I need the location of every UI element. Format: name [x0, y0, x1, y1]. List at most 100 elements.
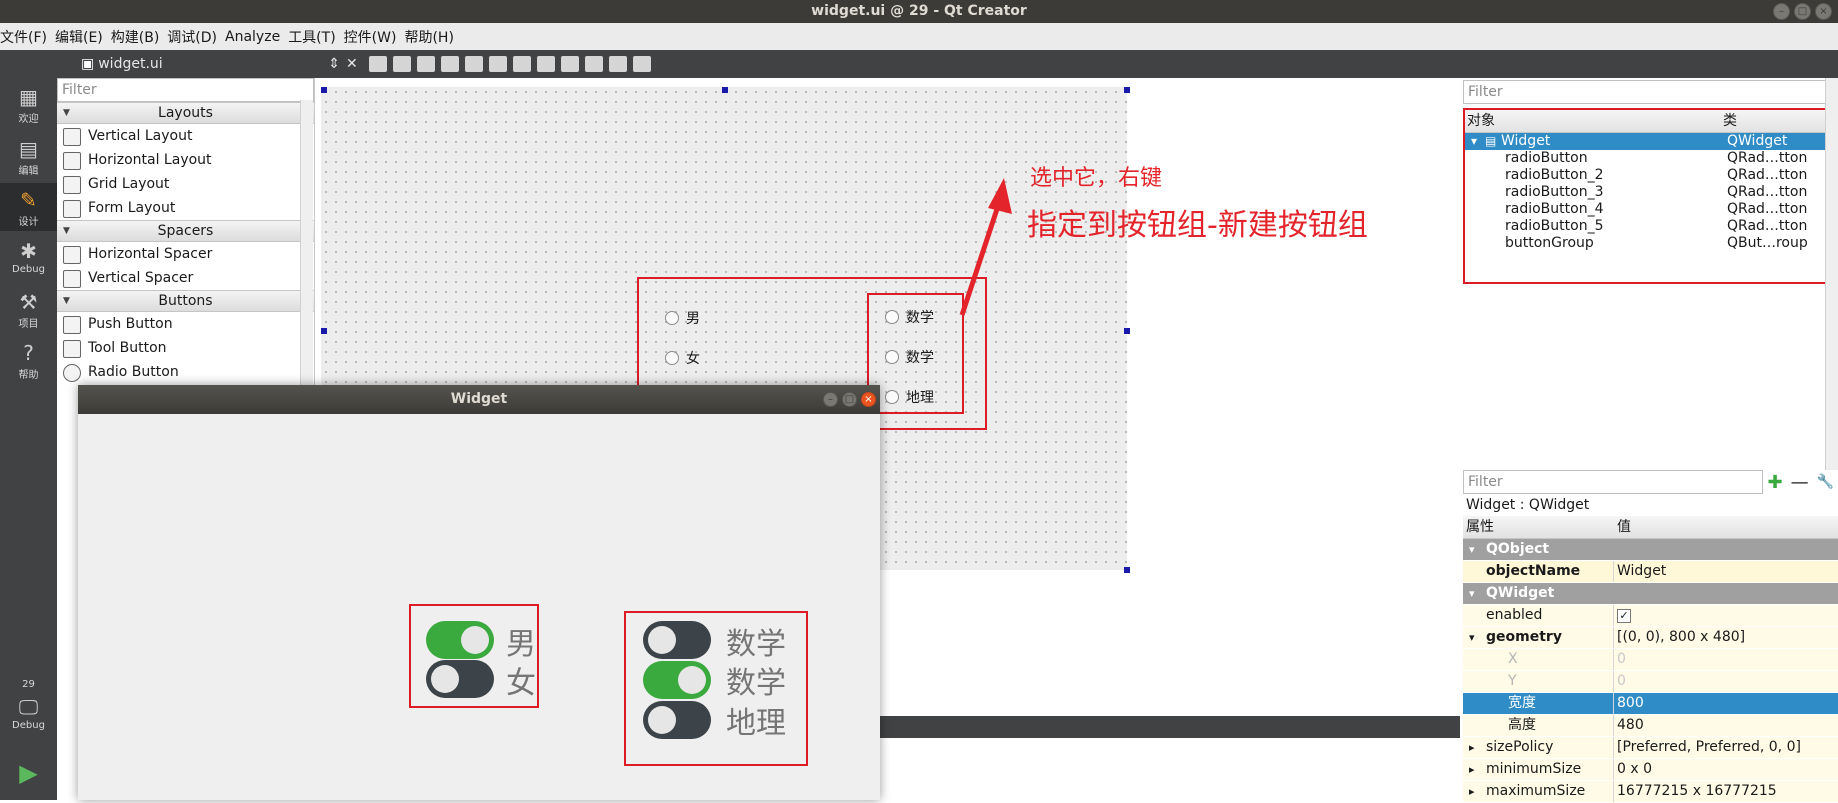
open-file-name[interactable]: widget.ui	[98, 56, 328, 72]
toggle-switch[interactable]	[643, 661, 711, 699]
widget-filter-input[interactable]: Filter	[57, 78, 314, 102]
configure-icon[interactable]: 🔧	[1817, 474, 1834, 490]
resize-handle[interactable]	[321, 87, 327, 93]
close-document-icon[interactable]: ✕	[346, 56, 358, 72]
expand-arrow-icon[interactable]: ▸	[1469, 737, 1475, 758]
remove-property-icon[interactable]: —	[1791, 472, 1809, 493]
mode-help[interactable]: ? 帮助	[0, 336, 57, 384]
widget-horizontal-layout[interactable]: Horizontal Layout	[57, 148, 314, 172]
expand-arrow-icon[interactable]: ▸	[1469, 781, 1475, 802]
property-row[interactable]: enabled ✓	[1463, 605, 1838, 627]
resize-handle[interactable]	[1124, 567, 1130, 573]
close-button[interactable]: ×	[861, 392, 876, 407]
property-value[interactable]: 0	[1617, 649, 1626, 670]
layout-splitter-v-icon[interactable]	[536, 56, 555, 72]
object-scrollbar[interactable]	[1825, 78, 1838, 470]
maximize-button[interactable]: □	[1794, 3, 1811, 20]
monitor-icon: 🖵	[18, 695, 39, 719]
maximize-button[interactable]: □	[842, 392, 857, 407]
property-category[interactable]: ▾ QWidget	[1463, 583, 1838, 605]
widget-push-button[interactable]: Push Button	[57, 312, 314, 336]
layout-vertical-icon[interactable]	[488, 56, 507, 72]
edit-signals-icon[interactable]	[392, 56, 411, 72]
layout-horizontal-icon[interactable]	[464, 56, 483, 72]
minimize-button[interactable]: –	[823, 392, 838, 407]
edit-tab-order-icon[interactable]	[440, 56, 459, 72]
menu-debug[interactable]: 调试(D)	[167, 27, 225, 47]
enabled-checkbox[interactable]: ✓	[1617, 609, 1631, 623]
property-name: 宽度	[1508, 695, 1536, 711]
mode-projects[interactable]: ⚒ 项目	[0, 285, 57, 333]
property-value[interactable]: 0	[1617, 671, 1626, 692]
property-name: minimumSize	[1486, 761, 1582, 777]
property-row[interactable]: ▾ geometry [(0, 0), 800 x 480]	[1463, 627, 1838, 649]
property-row[interactable]: Y0	[1463, 671, 1838, 693]
menu-analyze[interactable]: Analyze	[225, 29, 288, 45]
mode-welcome[interactable]: ▦ 欢迎	[0, 80, 57, 128]
grid-icon: ▦	[19, 85, 38, 109]
toggle-switch[interactable]	[426, 621, 494, 659]
break-layout-icon[interactable]	[608, 56, 627, 72]
layout-splitter-h-icon[interactable]	[512, 56, 531, 72]
category-spacers[interactable]: ▼ Spacers	[57, 220, 314, 242]
category-layouts[interactable]: ▼ Layouts	[57, 102, 314, 124]
property-row[interactable]: X0	[1463, 649, 1838, 671]
property-value[interactable]: 0 x 0	[1617, 759, 1652, 780]
property-row[interactable]: objectName Widget	[1463, 561, 1838, 583]
widget-grid-layout[interactable]: Grid Layout	[57, 172, 314, 196]
mode-debug[interactable]: ✱ Debug	[0, 234, 57, 282]
kit-selector[interactable]: 29 🖵 Debug	[0, 675, 57, 755]
expand-arrow-icon[interactable]: ▾	[1469, 627, 1475, 648]
property-row[interactable]: 高度 480	[1463, 715, 1838, 737]
toggle-switch[interactable]	[426, 660, 494, 698]
mode-design[interactable]: ✎ 设计	[0, 183, 57, 231]
category-buttons[interactable]: ▼ Buttons	[57, 290, 314, 312]
widget-horizontal-spacer[interactable]: Horizontal Spacer	[57, 242, 314, 266]
property-value[interactable]: 16777215 x 16777215	[1617, 781, 1777, 802]
collapse-arrow-icon: ▼	[63, 296, 70, 306]
property-row[interactable]: ▸ minimumSize 0 x 0	[1463, 759, 1838, 781]
resize-handle[interactable]	[722, 87, 728, 93]
resize-handle[interactable]	[1124, 87, 1130, 93]
property-category[interactable]: ▾ QObject	[1463, 539, 1838, 561]
property-row[interactable]: ▸ sizePolicy [Preferred, Preferred, 0, 0]	[1463, 737, 1838, 759]
add-property-icon[interactable]: ✚	[1767, 472, 1782, 493]
property-value[interactable]: 480	[1617, 715, 1644, 736]
minimize-button[interactable]: –	[1773, 3, 1790, 20]
resize-handle[interactable]	[321, 328, 327, 334]
menu-widgets[interactable]: 控件(W)	[344, 27, 405, 47]
menu-edit[interactable]: 编辑(E)	[55, 27, 111, 47]
object-filter-input[interactable]: Filter	[1463, 80, 1838, 104]
widget-vertical-spacer[interactable]: Vertical Spacer	[57, 266, 314, 290]
layout-form-icon[interactable]	[560, 56, 579, 72]
preview-window[interactable]: Widget – □ × 男 女 数学 数学 地理	[78, 385, 880, 800]
mode-edit[interactable]: ▤ 编辑	[0, 132, 57, 180]
resize-handle[interactable]	[1124, 328, 1130, 334]
property-value[interactable]: 800	[1617, 693, 1644, 714]
property-row[interactable]: 宽度 800	[1463, 693, 1838, 715]
run-button[interactable]: ▶	[0, 756, 57, 796]
widget-radio-button[interactable]: Radio Button	[57, 360, 314, 384]
toggle-switch[interactable]	[643, 621, 711, 659]
menu-tools[interactable]: 工具(T)	[288, 27, 343, 47]
menu-build[interactable]: 构建(B)	[111, 27, 168, 47]
widget-form-layout[interactable]: Form Layout	[57, 196, 314, 220]
property-filter-input[interactable]: Filter	[1463, 470, 1764, 494]
widget-tool-button[interactable]: Tool Button	[57, 336, 314, 360]
expand-arrow-icon[interactable]: ▸	[1469, 759, 1475, 780]
expand-arrow-icon[interactable]: ▾	[1469, 539, 1475, 560]
menu-help[interactable]: 帮助(H)	[404, 27, 461, 47]
property-value[interactable]: Widget	[1617, 561, 1666, 582]
close-button[interactable]: ×	[1815, 3, 1832, 20]
property-value[interactable]: [(0, 0), 800 x 480]	[1617, 627, 1745, 648]
edit-buddies-icon[interactable]	[416, 56, 435, 72]
edit-widgets-icon[interactable]	[368, 56, 387, 72]
property-value[interactable]: [Preferred, Preferred, 0, 0]	[1617, 737, 1801, 758]
toggle-switch[interactable]	[643, 701, 711, 739]
adjust-size-icon[interactable]	[632, 56, 651, 72]
layout-grid-icon[interactable]	[584, 56, 603, 72]
menu-file[interactable]: 文件(F)	[0, 27, 55, 47]
expand-arrow-icon[interactable]: ▾	[1469, 583, 1475, 604]
file-switch-icon[interactable]: ⇕	[328, 56, 340, 72]
widget-vertical-layout[interactable]: Vertical Layout	[57, 124, 314, 148]
